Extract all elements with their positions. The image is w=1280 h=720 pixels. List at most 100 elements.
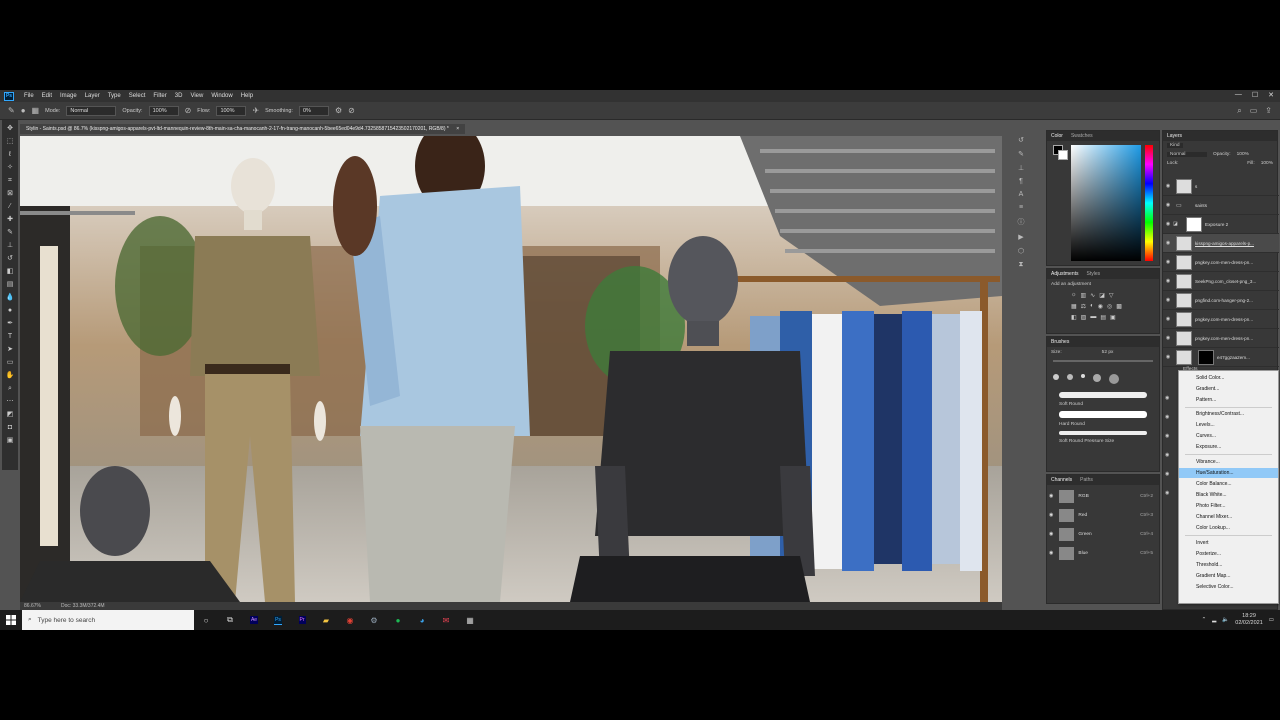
brush-settings-icon[interactable]: ▦ (32, 106, 40, 115)
frame-tool-icon[interactable]: ⊠ (6, 189, 15, 198)
eye-icon[interactable]: ◉ (1163, 335, 1173, 341)
pressure-stroke[interactable] (1059, 431, 1147, 435)
opacity-input[interactable]: 100% (148, 105, 179, 116)
menu-3d[interactable]: 3D (171, 93, 187, 99)
pressure-opacity-icon[interactable]: ⊘ (185, 106, 192, 115)
network-icon[interactable]: ▂ (1212, 617, 1216, 623)
eye-icon[interactable]: ◉ (1163, 240, 1173, 246)
edge-icon[interactable]: ◕ (410, 610, 434, 630)
color-balance-icon[interactable]: ⚖ (1081, 303, 1086, 310)
quick-mask-icon[interactable]: ◘ (6, 423, 15, 432)
brush-tip-4[interactable] (1093, 374, 1101, 382)
vibrance-icon[interactable]: ▽ (1109, 292, 1114, 299)
blend-mode-select[interactable]: Normal (1167, 152, 1207, 157)
steam-icon[interactable]: ⚙ (362, 610, 386, 630)
close-tab-icon[interactable]: × (456, 126, 459, 132)
menu-item-pattern[interactable]: Pattern... (1179, 395, 1278, 405)
hand-tool-icon[interactable]: ✋ (6, 371, 15, 380)
mail-icon[interactable]: ✉ (434, 610, 458, 630)
menu-item-color-lookup[interactable]: Color Lookup... (1179, 523, 1278, 533)
channel-row[interactable]: ◉ Green Ctrl+4 (1047, 525, 1159, 543)
pressure-size-icon[interactable]: ⊘ (348, 106, 355, 115)
tab-styles[interactable]: Styles (1087, 271, 1101, 277)
menu-item-exposure[interactable]: Exposure... (1179, 442, 1278, 452)
color-field[interactable] (1071, 145, 1141, 261)
menu-type[interactable]: Type (104, 93, 125, 99)
layer-row[interactable]: ◉ pngfind.com-hanger-png-2... (1163, 291, 1279, 310)
menu-layer[interactable]: Layer (81, 93, 104, 99)
taskbar-search[interactable]: ⌕ Type here to search (22, 610, 194, 630)
menu-item-channel-mixer[interactable]: Channel Mixer... (1179, 512, 1278, 522)
workspace-icon[interactable]: ▭ (1250, 106, 1258, 116)
layer-row[interactable]: ◉ ▭ saints (1163, 196, 1279, 215)
screen-mode-icon[interactable]: ▣ (6, 436, 15, 445)
exposure-icon[interactable]: ◪ (1099, 292, 1105, 299)
menu-item-levels[interactable]: Levels... (1179, 420, 1278, 430)
path-select-icon[interactable]: ➤ (6, 345, 15, 354)
healing-tool-icon[interactable]: ✚ (6, 215, 15, 224)
maximize-button[interactable]: ☐ (1252, 91, 1258, 99)
eye-icon[interactable]: ◉ (1163, 354, 1173, 360)
history-brush-icon[interactable]: ↺ (6, 254, 15, 263)
menu-item-black-white[interactable]: Black White... (1179, 490, 1278, 500)
chrome-icon[interactable]: ◉ (338, 610, 362, 630)
layer-filter-select[interactable]: Kind (1167, 143, 1183, 148)
brush-preset-soft-round[interactable]: Soft Round (1047, 402, 1159, 407)
layer-row[interactable]: ◉ ◪ Exposure 2 (1163, 215, 1279, 234)
hue-sat-icon[interactable]: ▦ (1071, 303, 1077, 310)
menu-item-color-balance[interactable]: Color Balance... (1179, 479, 1278, 489)
move-tool-icon[interactable]: ✥ (6, 124, 15, 133)
crop-tool-icon[interactable]: ⌗ (6, 176, 15, 185)
stamp-tool-icon[interactable]: ⊥ (6, 241, 15, 250)
close-window-button[interactable]: ✕ (1268, 91, 1274, 99)
menu-item-curves[interactable]: Curves... (1179, 431, 1278, 441)
menu-item-brightness-contrast[interactable]: Brightness/Contrast... (1179, 409, 1278, 419)
eye-icon[interactable]: ◉ (1047, 493, 1053, 499)
layer-row[interactable]: ◉ s (1163, 177, 1279, 196)
layer-row[interactable]: ◉ pngkey.com-men-dress-pn... (1163, 310, 1279, 329)
paragraph-icon[interactable]: ¶ (1019, 178, 1023, 185)
eye-icon[interactable]: ◉ (1163, 183, 1173, 189)
fill-value[interactable]: 100% (1261, 161, 1273, 166)
invert-icon[interactable]: ◧ (1071, 314, 1077, 321)
brightness-icon[interactable]: ☼ (1071, 292, 1077, 299)
menu-filter[interactable]: Filter (149, 93, 170, 99)
selective-color-icon[interactable]: ▣ (1110, 314, 1116, 321)
brush-tool-icon[interactable]: ✎ (6, 228, 15, 237)
flow-input[interactable]: 100% (216, 105, 247, 116)
blur-tool-icon[interactable]: 💧 (6, 293, 15, 302)
type-tool-icon[interactable]: T (6, 332, 15, 341)
tab-channels[interactable]: Channels (1051, 477, 1072, 483)
airbrush-icon[interactable]: ✈ (252, 106, 259, 115)
clock[interactable]: 18:29 02/02/2021 (1235, 613, 1263, 627)
lasso-tool-icon[interactable]: ℓ (6, 150, 15, 159)
brush-preset-hard-round[interactable]: Hard Round (1047, 422, 1159, 427)
layer-row[interactable]: ◉ e47ggzaa2em... (1163, 348, 1279, 367)
hard-round-stroke[interactable] (1059, 411, 1147, 418)
more-tools-icon[interactable]: ⋯ (6, 397, 15, 406)
minimize-button[interactable]: — (1235, 91, 1242, 99)
menu-window[interactable]: Window (207, 93, 236, 99)
app-icon[interactable]: ▦ (458, 610, 482, 630)
start-button[interactable] (0, 610, 22, 630)
brush-preset-icon[interactable]: ● (21, 106, 26, 115)
eye-icon[interactable]: ◉ (1163, 221, 1173, 227)
eye-icon[interactable]: ◉ (1163, 259, 1173, 265)
character-icon[interactable]: A (1019, 191, 1024, 198)
menu-select[interactable]: Select (125, 93, 150, 99)
menu-item-threshold[interactable]: Threshold... (1179, 560, 1278, 570)
eye-icon[interactable]: ◉ (1163, 297, 1173, 303)
document-canvas[interactable] (20, 136, 1002, 602)
properties-icon[interactable]: ≡ (1019, 204, 1023, 211)
volume-icon[interactable]: 🔈 (1222, 617, 1229, 623)
menu-item-solid-color[interactable]: Solid Color... (1179, 373, 1278, 383)
dodge-tool-icon[interactable]: ● (6, 306, 15, 315)
eye-icon[interactable]: ◉ (1163, 316, 1173, 322)
menu-edit[interactable]: Edit (38, 93, 56, 99)
tab-color[interactable]: Color (1051, 133, 1063, 139)
brush-size-slider[interactable] (1053, 360, 1153, 362)
menu-item-posterize[interactable]: Posterize... (1179, 549, 1278, 559)
premiere-icon[interactable]: Pr (290, 610, 314, 630)
tab-paths[interactable]: Paths (1080, 477, 1093, 483)
history-icon[interactable]: ↺ (1018, 136, 1024, 144)
